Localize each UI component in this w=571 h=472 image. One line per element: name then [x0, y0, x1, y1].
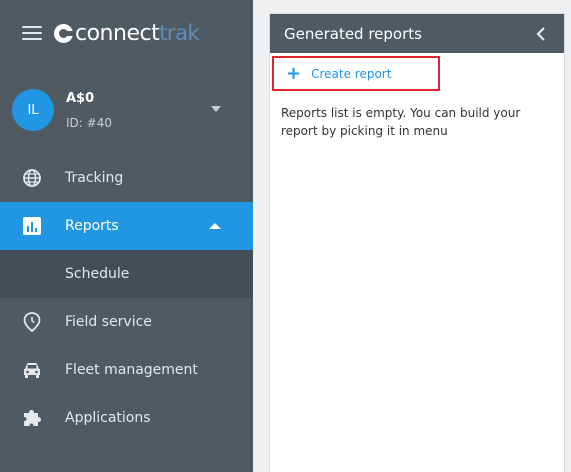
user-name: A$0 [66, 90, 95, 106]
create-report-label: Create report [311, 66, 392, 81]
user-profile[interactable]: IL A$0 ID: #40 [0, 66, 253, 154]
sidebar-item-label: Fleet management [65, 362, 198, 378]
panel-title: Generated reports [284, 24, 422, 43]
logo-text-primary: connect [75, 20, 160, 46]
sidebar-item-schedule[interactable]: Schedule [0, 250, 253, 298]
panel-header: Generated reports [270, 14, 564, 53]
empty-reports-message: Reports list is empty. You can build you… [281, 106, 521, 138]
plus-icon: + [286, 62, 302, 84]
generated-reports-panel: Generated reports + Create report Report… [269, 13, 565, 472]
create-report-button[interactable]: + Create report [272, 56, 440, 91]
sidebar-item-applications[interactable]: Applications [0, 394, 253, 442]
sidebar: connect trak IL A$0 ID: #40 Tracking Repo… [0, 0, 253, 472]
sidebar-item-label: Field service [65, 314, 152, 330]
sidebar-item-label: Reports [65, 218, 119, 234]
sidebar-item-label: Tracking [65, 170, 124, 186]
car-icon [22, 360, 42, 380]
sidebar-item-reports[interactable]: Reports [0, 202, 253, 250]
top-bar: connect trak [0, 0, 253, 66]
logo-mark-icon [54, 23, 75, 43]
sidebar-item-label: Schedule [65, 266, 130, 282]
chevron-up-icon [209, 223, 221, 229]
puzzle-icon [22, 408, 42, 428]
sidebar-item-fleet-management[interactable]: Fleet management [0, 346, 253, 394]
avatar: IL [12, 89, 54, 131]
chevron-left-icon[interactable] [534, 26, 548, 41]
sidebar-nav: Tracking Reports Schedule Field service … [0, 154, 253, 442]
location-pin-icon [22, 312, 42, 332]
menu-icon[interactable] [22, 26, 42, 40]
globe-icon [22, 168, 42, 188]
bar-chart-icon [22, 216, 42, 236]
chevron-down-icon[interactable] [211, 106, 221, 112]
sidebar-item-label: Applications [65, 410, 151, 426]
sidebar-item-tracking[interactable]: Tracking [0, 154, 253, 202]
app-logo[interactable]: connect trak [54, 20, 200, 46]
user-id: ID: #40 [66, 115, 112, 130]
logo-text-secondary: trak [159, 21, 200, 45]
sidebar-item-field-service[interactable]: Field service [0, 298, 253, 346]
